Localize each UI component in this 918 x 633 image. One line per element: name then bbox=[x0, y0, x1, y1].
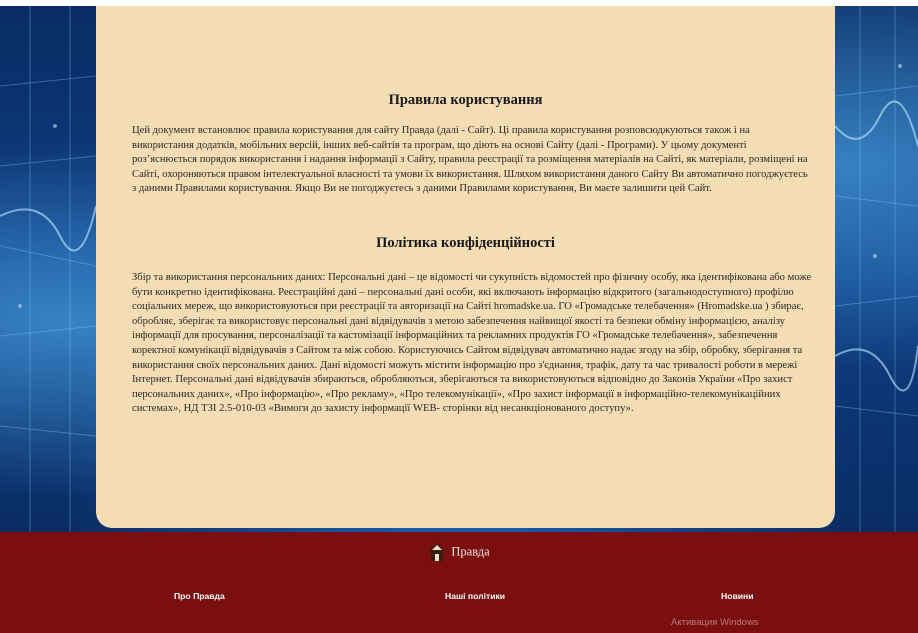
windows-activation-watermark: Активация Windows bbox=[671, 617, 759, 628]
footer-link-news[interactable]: Новини bbox=[721, 591, 754, 601]
rules-text: Цей документ встановлює правила користув… bbox=[132, 125, 808, 195]
content-panel: Правила користування Цей документ встано… bbox=[96, 6, 835, 528]
footer-link-policies[interactable]: Наші політики bbox=[445, 591, 505, 601]
policy-title: Політика конфіденційності bbox=[376, 235, 555, 251]
policy-text: Збір та використання персональних даних:… bbox=[132, 272, 812, 415]
house-icon bbox=[429, 543, 446, 561]
rules-title: Правила користування bbox=[388, 92, 543, 108]
footer-brand-name: Правда bbox=[451, 544, 490, 559]
footer: Правда Про Правда Наші політики Новини А… bbox=[0, 532, 918, 633]
footer-link-about[interactable]: Про Правда bbox=[174, 591, 225, 601]
footer-brand-link[interactable]: Правда bbox=[0, 542, 918, 562]
